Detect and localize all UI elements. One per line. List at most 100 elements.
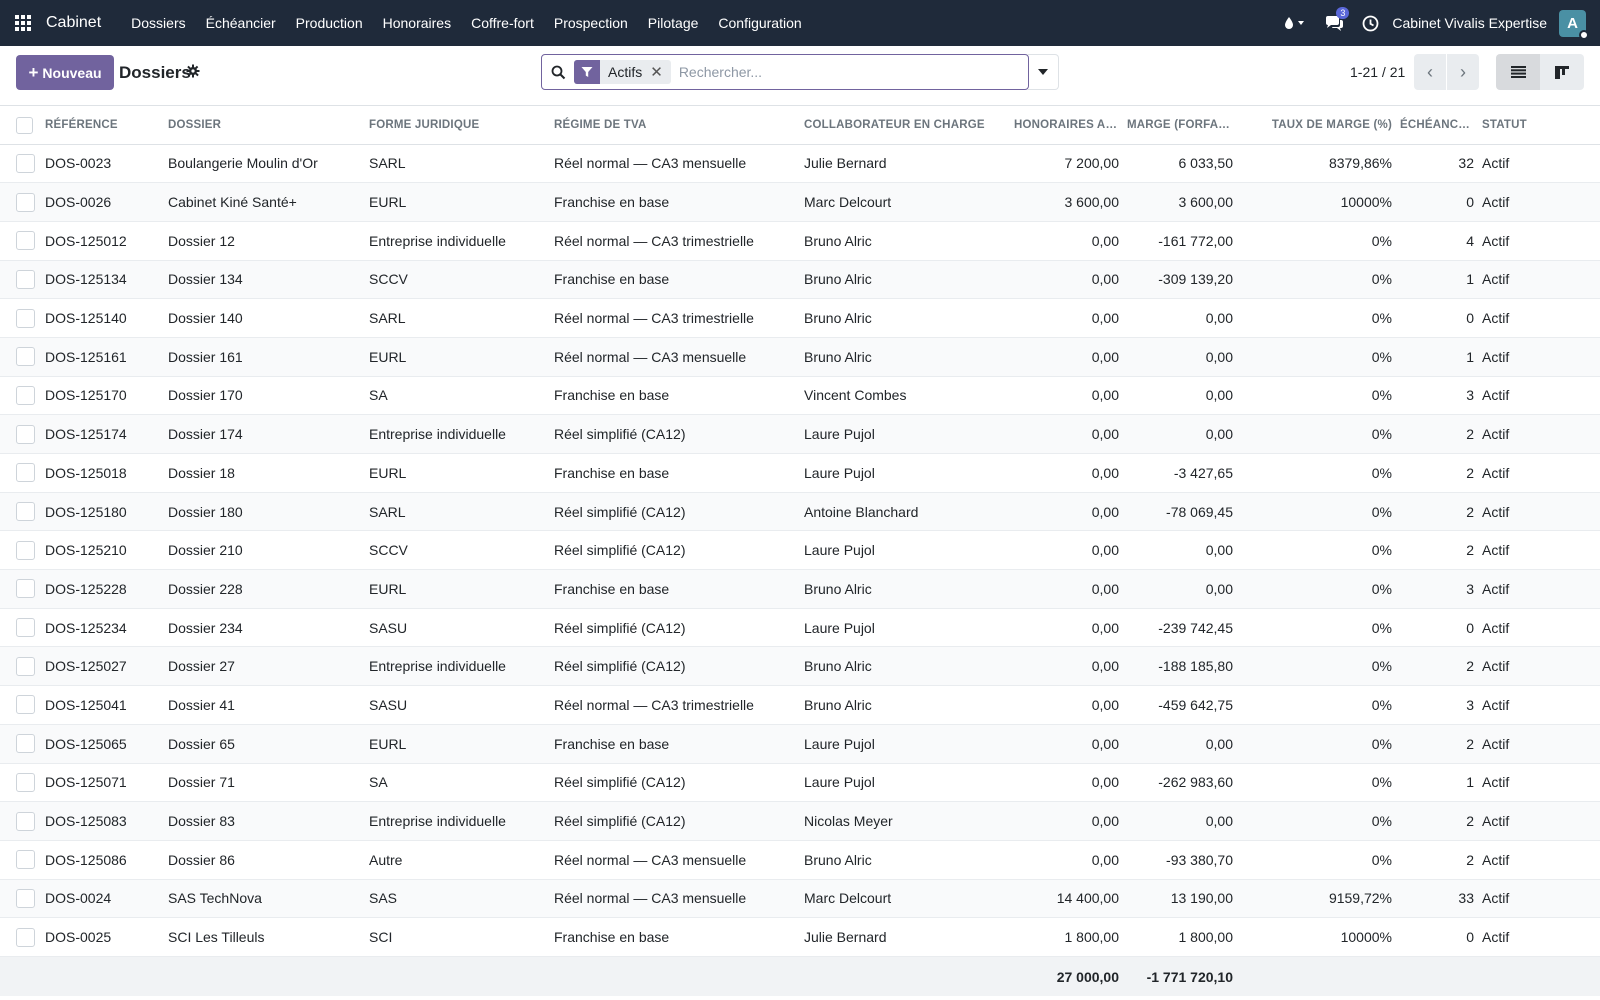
cell-reference[interactable]: DOS-125170: [41, 376, 164, 416]
cell-regime-tva[interactable]: Réel simplifié (CA12): [550, 801, 800, 841]
cell-echeances[interactable]: 2: [1396, 530, 1478, 571]
cell-regime-tva[interactable]: Réel normal — CA3 mensuelle: [550, 337, 800, 377]
cell-forme-juridique[interactable]: SA: [365, 376, 550, 416]
row-checkbox[interactable]: [16, 347, 35, 367]
activity-clock-icon[interactable]: [1362, 15, 1379, 32]
cell-forme-juridique[interactable]: Autre: [365, 840, 550, 880]
cell-echeances[interactable]: 2: [1396, 840, 1478, 880]
table-row[interactable]: DOS-125170 Dossier 170 SA Franchise en base…: [0, 376, 1600, 416]
menu-item-configuration[interactable]: Configuration: [708, 15, 811, 31]
cell-reference[interactable]: DOS-0026: [41, 182, 164, 222]
cell-taux-marge[interactable]: 0%: [1237, 724, 1396, 764]
cell-taux-marge[interactable]: 0%: [1237, 801, 1396, 841]
cell-dossier[interactable]: Dossier 210: [164, 530, 365, 571]
cell-reference[interactable]: DOS-0025: [41, 917, 164, 957]
cell-echeances[interactable]: 1: [1396, 763, 1478, 803]
cell-statut[interactable]: Actif: [1478, 685, 1600, 725]
cell-taux-marge[interactable]: 8379,86%: [1237, 144, 1396, 184]
table-row[interactable]: DOS-0025 SCI Les Tilleuls SCI Franchise en …: [0, 917, 1600, 957]
list-view-button[interactable]: [1496, 54, 1540, 90]
cell-echeances[interactable]: 2: [1396, 453, 1478, 493]
menu-item-production[interactable]: Production: [286, 15, 373, 31]
cell-honoraires[interactable]: 1 800,00: [1010, 917, 1123, 957]
cell-forme-juridique[interactable]: SCCV: [365, 260, 550, 300]
cell-echeances[interactable]: 3: [1396, 569, 1478, 609]
cell-taux-marge[interactable]: 0%: [1237, 840, 1396, 880]
cell-dossier[interactable]: SCI Les Tilleuls: [164, 917, 365, 957]
cell-regime-tva[interactable]: Franchise en base: [550, 260, 800, 300]
cell-regime-tva[interactable]: Franchise en base: [550, 724, 800, 764]
cell-echeances[interactable]: 0: [1396, 608, 1478, 648]
cell-marge[interactable]: -93 380,70: [1123, 840, 1237, 880]
row-checkbox[interactable]: [16, 463, 35, 483]
cell-regime-tva[interactable]: Réel normal — CA3 trimestrielle: [550, 298, 800, 338]
cell-collaborateur[interactable]: Laure Pujol: [800, 608, 1010, 648]
table-row[interactable]: DOS-125228 Dossier 228 EURL Franchise en ba…: [0, 569, 1600, 609]
row-checkbox[interactable]: [16, 385, 35, 405]
cell-honoraires[interactable]: 7 200,00: [1010, 144, 1123, 184]
cell-forme-juridique[interactable]: Entreprise individuelle: [365, 646, 550, 687]
cell-statut[interactable]: Actif: [1478, 569, 1600, 609]
debug-drop-icon[interactable]: [1284, 16, 1306, 30]
cell-statut[interactable]: Actif: [1478, 260, 1600, 300]
cell-dossier[interactable]: Dossier 86: [164, 840, 365, 880]
cell-regime-tva[interactable]: Réel simplifié (CA12): [550, 763, 800, 803]
search-options-toggle[interactable]: [1027, 54, 1059, 90]
cell-statut[interactable]: Actif: [1478, 801, 1600, 841]
table-row[interactable]: DOS-125027 Dossier 27 Entreprise individue…: [0, 646, 1600, 687]
cell-regime-tva[interactable]: Franchise en base: [550, 453, 800, 493]
cell-statut[interactable]: Actif: [1478, 182, 1600, 222]
cell-marge[interactable]: 0,00: [1123, 801, 1237, 841]
remove-facet-icon[interactable]: ✕: [650, 63, 671, 81]
cell-reference[interactable]: DOS-0023: [41, 144, 164, 184]
table-row[interactable]: DOS-125071 Dossier 71 SA Réel simplifié (CA…: [0, 763, 1600, 803]
cell-honoraires[interactable]: 0,00: [1010, 376, 1123, 416]
cell-marge[interactable]: 0,00: [1123, 724, 1237, 764]
cell-echeances[interactable]: 33: [1396, 879, 1478, 919]
table-row[interactable]: DOS-0024 SAS TechNova SAS Réel normal — CA3…: [0, 879, 1600, 919]
cell-taux-marge[interactable]: 0%: [1237, 608, 1396, 648]
table-row[interactable]: DOS-125041 Dossier 41 SASU Réel normal — CA…: [0, 685, 1600, 725]
cell-statut[interactable]: Actif: [1478, 724, 1600, 764]
cell-regime-tva[interactable]: Franchise en base: [550, 376, 800, 416]
cell-reference[interactable]: DOS-125086: [41, 840, 164, 880]
header-forme-juridique[interactable]: Forme juridique: [365, 107, 550, 145]
search-icon[interactable]: [542, 65, 574, 80]
cell-echeances[interactable]: 2: [1396, 414, 1478, 454]
cell-taux-marge[interactable]: 0%: [1237, 298, 1396, 338]
cell-regime-tva[interactable]: Réel normal — CA3 trimestrielle: [550, 221, 800, 261]
header-marge[interactable]: Marge (forfait...: [1123, 107, 1237, 145]
messages-icon[interactable]: 3: [1324, 6, 1350, 32]
cell-forme-juridique[interactable]: SASU: [365, 608, 550, 648]
cell-echeances[interactable]: 3: [1396, 685, 1478, 725]
cell-collaborateur[interactable]: Laure Pujol: [800, 453, 1010, 493]
cell-statut[interactable]: Actif: [1478, 221, 1600, 261]
cell-regime-tva[interactable]: Réel normal — CA3 mensuelle: [550, 144, 800, 184]
cell-collaborateur[interactable]: Marc Delcourt: [800, 182, 1010, 222]
cell-honoraires[interactable]: 0,00: [1010, 646, 1123, 687]
row-checkbox[interactable]: [16, 888, 35, 908]
cell-statut[interactable]: Actif: [1478, 453, 1600, 493]
row-checkbox[interactable]: [16, 579, 35, 599]
table-row[interactable]: DOS-125065 Dossier 65 EURL Franchise en bas…: [0, 724, 1600, 764]
row-checkbox[interactable]: [16, 424, 35, 444]
cell-marge[interactable]: -262 983,60: [1123, 763, 1237, 803]
menu-item-dossiers[interactable]: Dossiers: [121, 15, 195, 31]
cell-taux-marge[interactable]: 0%: [1237, 763, 1396, 803]
cell-statut[interactable]: Actif: [1478, 492, 1600, 532]
cell-collaborateur[interactable]: Bruno Alric: [800, 221, 1010, 261]
cell-taux-marge[interactable]: 0%: [1237, 646, 1396, 687]
cell-marge[interactable]: 0,00: [1123, 298, 1237, 338]
cell-forme-juridique[interactable]: Entreprise individuelle: [365, 414, 550, 454]
cell-taux-marge[interactable]: 0%: [1237, 453, 1396, 493]
cell-echeances[interactable]: 1: [1396, 337, 1478, 377]
table-row[interactable]: DOS-125134 Dossier 134 SCCV Franchise en ba…: [0, 260, 1600, 300]
cell-honoraires[interactable]: 0,00: [1010, 608, 1123, 648]
cell-statut[interactable]: Actif: [1478, 337, 1600, 377]
cell-honoraires[interactable]: 0,00: [1010, 492, 1123, 532]
row-checkbox[interactable]: [16, 850, 35, 870]
cell-taux-marge[interactable]: 0%: [1237, 376, 1396, 416]
table-row[interactable]: DOS-125210 Dossier 210 SCCV Réel simplifié …: [0, 530, 1600, 571]
cell-echeances[interactable]: 1: [1396, 260, 1478, 300]
header-statut[interactable]: Statut: [1478, 107, 1600, 145]
